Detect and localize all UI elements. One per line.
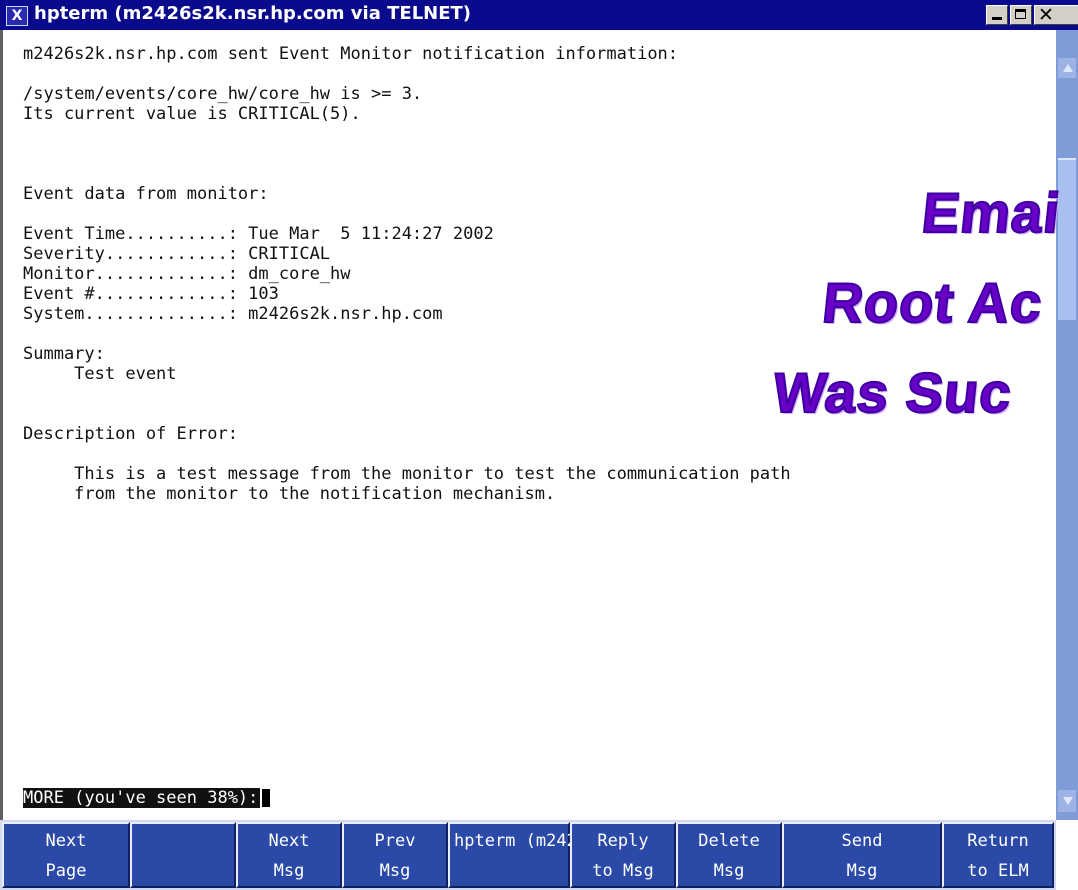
return-to-elm-key[interactable]: Return to ELM <box>942 822 1054 888</box>
close-icon: ✕ <box>1038 4 1054 26</box>
key-label-line1: Next <box>45 831 87 851</box>
key-label-line2: Page <box>45 861 87 881</box>
hpterm-key[interactable]: hpterm (m242 <box>448 822 577 888</box>
maximize-button[interactable] <box>1010 5 1032 25</box>
scroll-up-arrow-icon[interactable] <box>1058 58 1076 78</box>
minimize-icon <box>992 17 1002 20</box>
send-msg-key[interactable]: Send Msg <box>782 822 942 888</box>
window-title: hpterm (m2426s2k.nsr.hp.com via TELNET) <box>34 3 472 24</box>
terminal-line: Severity............: CRITICAL <box>23 244 331 264</box>
blank-key[interactable] <box>130 822 236 888</box>
scrollbar-thumb[interactable] <box>1058 158 1076 320</box>
x-window-icon[interactable]: X <box>6 6 28 26</box>
terminal-line: Test event <box>23 364 177 384</box>
key-label-line2: Msg <box>713 861 745 881</box>
key-label-line2: Msg <box>273 861 305 881</box>
terminal-line: Event Time..........: Tue Mar 5 11:24:27… <box>23 224 494 244</box>
key-label-line1: Reply <box>597 831 649 851</box>
vertical-scrollbar[interactable] <box>1056 30 1078 820</box>
minimize-button[interactable] <box>986 5 1008 25</box>
key-label-line1: Next <box>268 831 310 851</box>
key-label-line2: Msg <box>846 861 878 881</box>
key-label-line1: Send <box>841 831 883 851</box>
next-page-key[interactable]: Next Page <box>2 822 130 888</box>
key-label-line1: Prev <box>374 831 416 851</box>
scroll-down-arrow-icon[interactable] <box>1058 790 1076 812</box>
terminal-line: Summary: <box>23 344 105 364</box>
key-label-line2: to ELM <box>967 861 1029 881</box>
hpterm-window: X hpterm (m2426s2k.nsr.hp.com via TELNET… <box>0 0 1078 890</box>
terminal-line: Description of Error: <box>23 424 238 444</box>
key-label-line2: Msg <box>379 861 411 881</box>
terminal-line: Event data from monitor: <box>23 184 269 204</box>
close-button[interactable]: ✕ <box>1034 4 1078 26</box>
prev-msg-key[interactable]: Prev Msg <box>342 822 448 888</box>
function-key-bar: Next Page Next Msg Prev Msg hpterm (m242 Re… <box>0 820 1056 890</box>
terminal-line: System..............: m2426s2k.nsr.hp.co… <box>23 304 443 324</box>
next-msg-key[interactable]: Next Msg <box>236 822 342 888</box>
text-cursor <box>262 789 271 807</box>
key-label-line1: Return <box>967 831 1029 851</box>
delete-msg-key[interactable]: Delete Msg <box>676 822 782 888</box>
terminal-line: from the monitor to the notification mec… <box>23 484 556 504</box>
maximize-icon <box>1015 9 1026 19</box>
key-label-line1: Delete <box>698 831 760 851</box>
title-bar[interactable]: X hpterm (m2426s2k.nsr.hp.com via TELNET… <box>0 0 1078 30</box>
terminal-line: /system/events/core_hw/core_hw is >= 3. <box>23 84 423 104</box>
terminal-line: Monitor.............: dm_core_hw <box>23 264 351 284</box>
terminal-line: m2426s2k.nsr.hp.com sent Event Monitor n… <box>23 44 679 64</box>
terminal-line: This is a test message from the monitor … <box>23 464 791 484</box>
more-prompt: MORE (you've seen 38%): <box>23 788 261 808</box>
terminal-line: Event #.............: 103 <box>23 284 279 304</box>
key-label-line2: to Msg <box>592 861 654 881</box>
terminal-output[interactable]: m2426s2k.nsr.hp.com sent Event Monitor n… <box>0 30 1056 820</box>
more-prompt-line[interactable]: MORE (you've seen 38%): <box>23 788 271 808</box>
key-label-line1: hpterm (m242 <box>454 831 577 851</box>
terminal-line: Its current value is CRITICAL(5). <box>23 104 361 124</box>
reply-to-msg-key[interactable]: Reply to Msg <box>570 822 676 888</box>
